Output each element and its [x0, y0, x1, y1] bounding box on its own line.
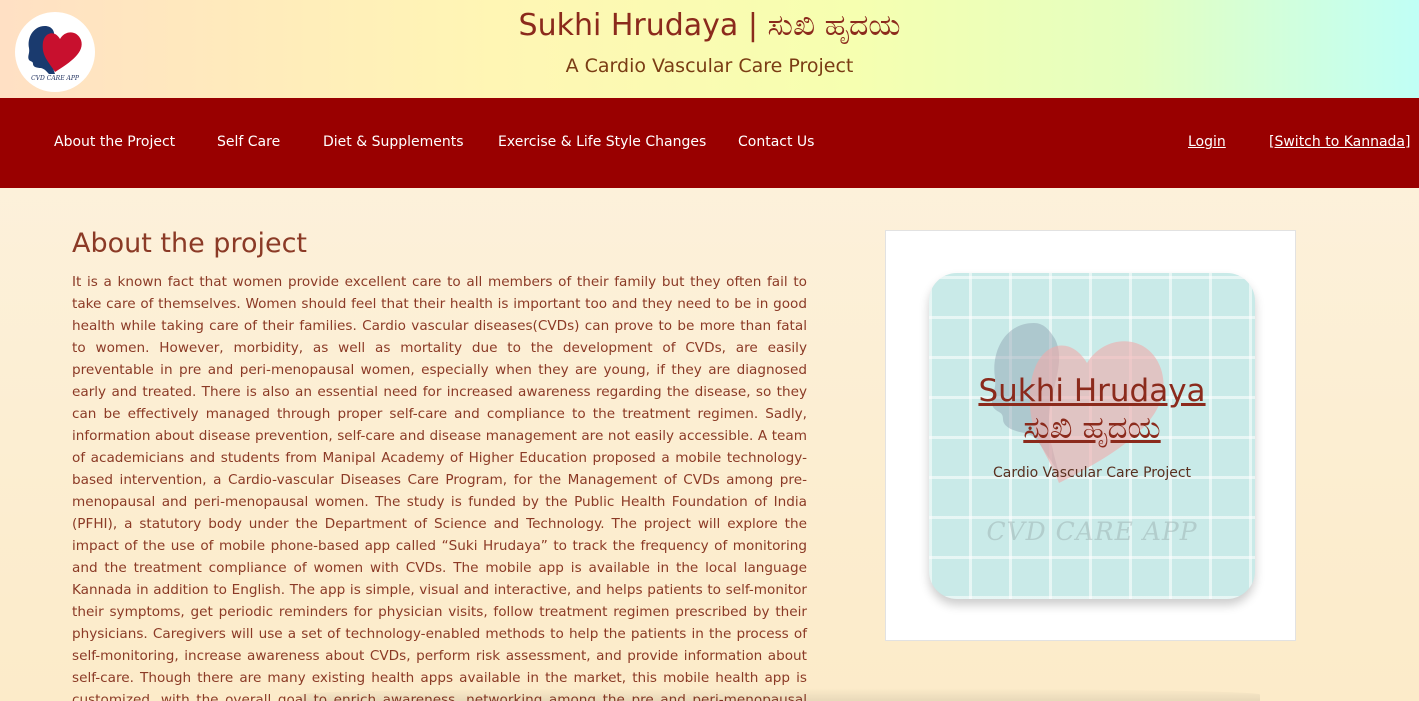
main-nav: About the Project Self Care Diet & Suppl… — [0, 98, 1419, 188]
app-title-english: Sukhi Hrudaya — [978, 373, 1206, 409]
app-card: Sukhi Hrudaya ಸುಖಿ ಹೃದಯ Cardio Vascular … — [885, 230, 1296, 641]
site-title: Sukhi Hrudaya | ಸುಖಿ ಹೃದಯ — [518, 8, 901, 43]
app-subtitle: Cardio Vascular Care Project — [992, 465, 1192, 481]
about-body-text: It is a known fact that women provide ex… — [72, 274, 807, 701]
login-link[interactable]: Login — [1188, 134, 1226, 150]
app-title-link[interactable]: Sukhi Hrudaya ಸುಖಿ ಹೃದಯ — [929, 373, 1255, 447]
nav-about-project[interactable]: About the Project — [54, 134, 175, 150]
app-tile[interactable]: Sukhi Hrudaya ಸುಖಿ ಹೃದಯ Cardio Vascular … — [929, 273, 1255, 599]
app-watermark: CVD CARE APP — [986, 517, 1198, 546]
nav-self-care[interactable]: Self Care — [217, 134, 280, 150]
switch-language-link[interactable]: [Switch to Kannada] — [1269, 134, 1410, 150]
app-title-kannada: ಸುಖಿ ಹೃದಯ — [1023, 410, 1161, 446]
site-header: CVD CARE APP Sukhi Hrudaya | ಸುಖಿ ಹೃದಯ A… — [0, 0, 1419, 98]
site-subtitle: A Cardio Vascular Care Project — [565, 55, 854, 77]
nav-exercise-lifestyle[interactable]: Exercise & Life Style Changes — [498, 134, 706, 150]
nav-diet-supplements[interactable]: Diet & Supplements — [323, 134, 464, 150]
about-heading: About the project — [72, 228, 308, 259]
nav-contact-us[interactable]: Contact Us — [738, 134, 814, 150]
floating-panel-shadow — [300, 688, 1260, 701]
